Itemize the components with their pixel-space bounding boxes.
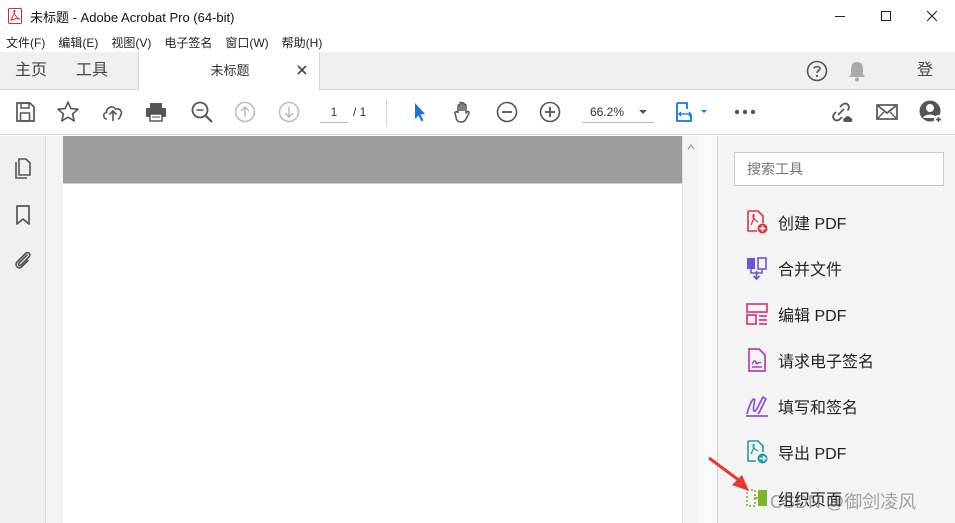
page-gray-band bbox=[63, 136, 682, 183]
tool-label: 导出 PDF bbox=[778, 446, 847, 463]
email-button[interactable] bbox=[874, 99, 900, 125]
tab-tools[interactable]: 工具 bbox=[76, 52, 108, 89]
notification-bell-icon[interactable] bbox=[847, 60, 867, 82]
zoom-value: 66.2% bbox=[590, 105, 625, 119]
minimize-button[interactable] bbox=[817, 0, 863, 32]
minimize-icon bbox=[835, 16, 845, 17]
zoom-in-icon bbox=[539, 101, 561, 123]
maximize-icon bbox=[881, 11, 891, 21]
toolbar-separator bbox=[386, 100, 387, 126]
star-icon bbox=[57, 101, 79, 122]
tool-combine-files[interactable]: 合并文件 bbox=[718, 245, 955, 291]
document-view[interactable] bbox=[46, 136, 682, 523]
bookmark-icon bbox=[16, 205, 30, 225]
printer-icon bbox=[146, 103, 166, 122]
paperclip-icon bbox=[15, 251, 31, 269]
search-tools-input[interactable] bbox=[734, 152, 944, 186]
zoom-out-icon bbox=[496, 101, 518, 123]
fit-page-button[interactable] bbox=[672, 99, 710, 125]
acrobat-app-icon bbox=[8, 8, 22, 24]
tool-create-pdf[interactable]: 创建 PDF bbox=[718, 199, 955, 245]
more-icon bbox=[734, 109, 756, 115]
attachments-button[interactable] bbox=[11, 249, 35, 273]
vertical-scrollbar[interactable] bbox=[682, 136, 698, 523]
title-bar: 未标题 - Adobe Acrobat Pro (64-bit) bbox=[0, 0, 955, 32]
page-thumbnails-button[interactable] bbox=[11, 156, 35, 180]
upload-button[interactable] bbox=[100, 99, 126, 125]
page-total: / 1 bbox=[353, 105, 367, 119]
tab-document[interactable]: 未标题 bbox=[138, 52, 320, 90]
chevron-down-icon bbox=[639, 110, 647, 114]
find-button[interactable] bbox=[189, 99, 215, 125]
link-cloud-icon bbox=[832, 102, 853, 122]
zoom-in-button[interactable] bbox=[537, 99, 563, 125]
share-link-button[interactable] bbox=[829, 99, 855, 125]
tool-label: 编辑 PDF bbox=[778, 308, 847, 325]
menu-window[interactable]: 窗口(W) bbox=[225, 34, 268, 51]
left-navigation-panel bbox=[0, 136, 46, 523]
help-icon[interactable] bbox=[806, 60, 828, 82]
close-window-button[interactable] bbox=[909, 0, 955, 32]
annotation-arrow-icon bbox=[708, 456, 749, 491]
menu-edit[interactable]: 编辑(E) bbox=[58, 34, 98, 51]
zoom-out-button[interactable] bbox=[494, 99, 520, 125]
menu-esign[interactable]: 电子签名 bbox=[164, 34, 212, 51]
previous-page-button[interactable] bbox=[232, 99, 258, 125]
search-zoom-icon bbox=[191, 101, 213, 123]
tab-row: 主页 工具 未标题 登录 bbox=[0, 52, 955, 117]
tool-label: 合并文件 bbox=[778, 262, 843, 279]
next-page-button[interactable] bbox=[276, 99, 302, 125]
close-tab-icon[interactable] bbox=[295, 63, 309, 77]
save-icon bbox=[16, 102, 35, 122]
toolbar: / 1 66.2% bbox=[0, 90, 955, 135]
edit-pdf-icon bbox=[744, 301, 770, 327]
select-tool-button[interactable] bbox=[406, 99, 432, 125]
save-button[interactable] bbox=[12, 99, 38, 125]
fit-page-icon bbox=[676, 102, 707, 122]
arrow-up-circle-icon bbox=[234, 101, 256, 123]
tool-label: 创建 PDF bbox=[778, 216, 847, 233]
window-title: 未标题 - Adobe Acrobat Pro (64-bit) bbox=[30, 9, 235, 25]
print-button[interactable] bbox=[143, 99, 169, 125]
cursor-arrow-icon bbox=[415, 103, 425, 122]
user-add-icon bbox=[919, 100, 943, 124]
menu-view[interactable]: 视图(V) bbox=[111, 34, 151, 51]
request-esign-icon bbox=[744, 347, 770, 373]
bookmarks-button[interactable] bbox=[11, 203, 35, 227]
tool-fill-sign[interactable]: 填写和签名 bbox=[718, 383, 955, 429]
more-tools-button[interactable] bbox=[732, 99, 758, 125]
hand-icon bbox=[454, 101, 470, 123]
account-button[interactable] bbox=[918, 99, 944, 125]
tool-request-esign[interactable]: 请求电子签名 bbox=[718, 337, 955, 383]
tool-label: 填写和签名 bbox=[778, 400, 859, 417]
menu-file[interactable]: 文件(F) bbox=[6, 34, 45, 51]
watermark: CSDN @御剑凌风 bbox=[770, 492, 917, 512]
pdf-page[interactable] bbox=[63, 183, 682, 523]
envelope-icon bbox=[876, 104, 898, 120]
tab-home[interactable]: 主页 bbox=[15, 52, 47, 89]
hand-tool-button[interactable] bbox=[450, 99, 476, 125]
window-controls bbox=[817, 0, 955, 32]
fill-sign-icon bbox=[744, 393, 770, 419]
menu-bar: 文件(F) 编辑(E) 视图(V) 电子签名 窗口(W) 帮助(H) bbox=[0, 32, 955, 52]
tool-label: 请求电子签名 bbox=[778, 354, 875, 371]
page-number-input[interactable] bbox=[320, 101, 348, 123]
menu-help[interactable]: 帮助(H) bbox=[282, 34, 323, 51]
bookmark-star-button[interactable] bbox=[55, 99, 81, 125]
page-thumbnails-icon bbox=[15, 158, 31, 179]
maximize-button[interactable] bbox=[863, 0, 909, 32]
scroll-up-icon[interactable] bbox=[687, 144, 695, 150]
document-tab-label: 未标题 bbox=[210, 63, 250, 78]
cloud-upload-icon bbox=[102, 106, 123, 121]
acrobat-window: 未标题 - Adobe Acrobat Pro (64-bit) 文件(F) 编… bbox=[0, 0, 955, 523]
combine-files-icon bbox=[744, 255, 770, 281]
create-pdf-icon bbox=[744, 209, 770, 235]
close-icon bbox=[926, 10, 938, 22]
arrow-down-circle-icon bbox=[278, 101, 300, 123]
zoom-select[interactable]: 66.2% bbox=[582, 101, 654, 123]
tool-edit-pdf[interactable]: 编辑 PDF bbox=[718, 291, 955, 337]
